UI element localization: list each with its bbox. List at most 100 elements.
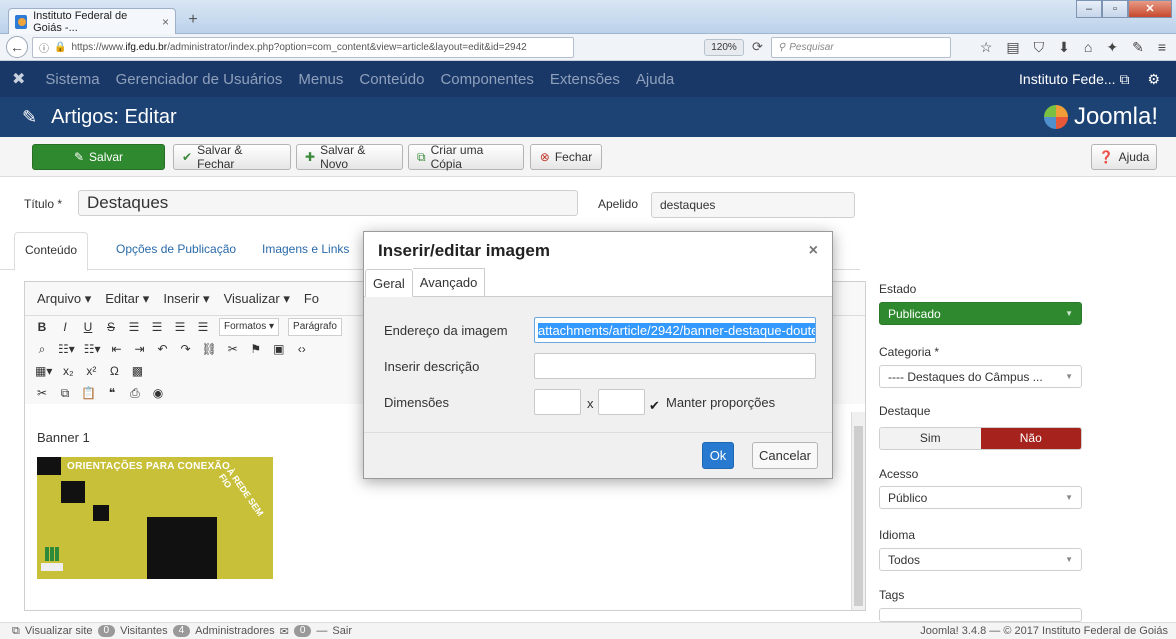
special-char-icon[interactable]: Ω — [107, 364, 121, 378]
cancel-button[interactable]: Cancelar — [752, 442, 818, 469]
access-select[interactable]: Público ▼ — [879, 486, 1082, 509]
undo-icon[interactable]: ↶ — [156, 342, 170, 356]
save-button[interactable]: ✎ Salvar — [32, 144, 165, 170]
new-tab-button[interactable]: + — [182, 12, 204, 30]
editor-menu-visualizar[interactable]: Visualizar ▾ — [224, 291, 290, 307]
dialog-close-icon[interactable]: × — [809, 242, 818, 260]
reload-icon[interactable]: ⟳ — [752, 39, 763, 55]
superscript-icon[interactable]: x² — [84, 364, 98, 378]
bullet-list-icon[interactable]: ☷▾ — [58, 342, 75, 356]
constrain-checkbox[interactable]: ✔ — [649, 399, 662, 412]
reading-list-icon[interactable]: ▤ — [1006, 39, 1019, 56]
menu-item-extensoes[interactable]: Extensões — [550, 71, 620, 88]
find-icon[interactable]: ⌕ — [35, 342, 49, 357]
browser-tab[interactable]: Instituto Federal de Goiás -... × — [8, 8, 176, 34]
tab-close-icon[interactable]: × — [162, 15, 169, 29]
tags-input[interactable] — [879, 608, 1082, 622]
cut-icon[interactable]: ✂ — [35, 386, 49, 400]
formats-dropdown[interactable]: Formatos ▾ — [219, 318, 280, 336]
subscript-icon[interactable]: x₂ — [61, 364, 75, 378]
download-icon[interactable]: ⬇ — [1058, 39, 1070, 56]
image-source-input[interactable]: attachments/article/2942/banner-destaque… — [534, 317, 816, 343]
blockquote-icon[interactable]: ❝ — [105, 386, 119, 400]
save-copy-button[interactable]: ⧉ Criar uma Cópia — [408, 143, 524, 171]
close-button[interactable]: ⊗ Fechar — [530, 144, 602, 170]
info-icon[interactable]: ⓘ — [39, 40, 49, 55]
editor-menu-inserir[interactable]: Inserir ▾ — [163, 291, 209, 307]
tab-conteudo[interactable]: Conteúdo — [14, 232, 89, 271]
save-new-button[interactable]: ✚ Salvar & Novo — [296, 143, 403, 171]
banner-image[interactable]: ORIENTAÇÕES PARA CONEXÃO À REDE SEM FIO — [37, 457, 273, 579]
media-icon[interactable]: ▩ — [130, 364, 144, 378]
category-select[interactable]: ---- Destaques do Câmpus ... ▼ — [879, 365, 1082, 388]
editor-menu-formatar[interactable]: Fo — [304, 291, 319, 306]
image-icon[interactable]: ▣ — [272, 342, 286, 356]
home-icon[interactable]: ⌂ — [1084, 39, 1092, 56]
dev-tools-icon[interactable]: ✎ — [1132, 39, 1144, 56]
align-left-icon[interactable]: ☰ — [127, 320, 141, 334]
numbered-list-icon[interactable]: ☷▾ — [84, 342, 101, 356]
alias-input[interactable]: destaques — [651, 192, 855, 218]
align-justify-icon[interactable]: ☰ — [196, 320, 210, 334]
menu-item-ajuda[interactable]: Ajuda — [636, 71, 674, 88]
tab-imagens-links[interactable]: Imagens e Links — [262, 242, 349, 256]
menu-item-componentes[interactable]: Componentes — [440, 71, 533, 88]
logout-link[interactable]: Sair — [332, 625, 352, 637]
preview-icon[interactable]: ◉ — [151, 386, 165, 400]
indent-icon[interactable]: ⇥ — [133, 342, 147, 356]
hamburger-menu-icon[interactable]: ≡ — [1158, 39, 1166, 56]
status-select[interactable]: Publicado ▼ — [879, 302, 1082, 325]
minimize-button[interactable]: – — [1076, 0, 1102, 18]
extension-icon[interactable]: ✦ — [1106, 39, 1118, 56]
ok-button[interactable]: Ok — [702, 442, 734, 469]
menu-item-conteudo[interactable]: Conteúdo — [359, 71, 424, 88]
tab-opcoes-publicacao[interactable]: Opções de Publicação — [116, 242, 236, 256]
tab-geral[interactable]: Geral — [365, 269, 413, 297]
menu-item-usuarios[interactable]: Gerenciador de Usuários — [116, 71, 283, 88]
table-icon[interactable]: ▦▾ — [35, 364, 52, 378]
menu-item-sistema[interactable]: Sistema — [45, 71, 99, 88]
redo-icon[interactable]: ↷ — [179, 342, 193, 356]
tab-avancado[interactable]: Avançado — [412, 268, 486, 296]
paste-icon[interactable]: 📋 — [81, 386, 96, 400]
code-icon[interactable]: ‹› — [295, 342, 309, 356]
unlink-icon[interactable]: ✂ — [226, 342, 240, 356]
underline-icon[interactable]: U — [81, 320, 95, 334]
site-link[interactable]: Instituto Fede... ⧉ — [1019, 71, 1129, 88]
align-right-icon[interactable]: ☰ — [173, 320, 187, 334]
height-input[interactable] — [598, 389, 645, 415]
user-gear-icon[interactable]: ⚙ — [1147, 71, 1160, 88]
italic-icon[interactable]: I — [58, 320, 72, 334]
title-input[interactable]: Destaques — [78, 190, 578, 216]
copy-icon[interactable]: ⧉ — [58, 386, 72, 401]
featured-yes-button[interactable]: Sim — [880, 428, 981, 449]
view-site-link[interactable]: Visualizar site — [25, 625, 93, 637]
menu-item-menus[interactable]: Menus — [298, 71, 343, 88]
zoom-indicator[interactable]: 120% — [704, 38, 744, 56]
featured-no-button[interactable]: Não — [980, 428, 1081, 449]
anchor-icon[interactable]: ⚑ — [249, 342, 263, 356]
pocket-icon[interactable]: ⛉ — [1034, 39, 1045, 56]
width-input[interactable] — [534, 389, 581, 415]
link-icon[interactable]: ⛓ — [202, 342, 217, 356]
scrollbar-thumb[interactable] — [854, 426, 863, 606]
paragraph-dropdown[interactable]: Parágrafo — [288, 318, 342, 336]
language-select[interactable]: Todos ▼ — [879, 548, 1082, 571]
editor-scrollbar[interactable] — [851, 412, 865, 610]
align-center-icon[interactable]: ☰ — [150, 320, 164, 334]
bookmark-star-icon[interactable]: ☆ — [980, 39, 993, 56]
editor-menu-editar[interactable]: Editar ▾ — [105, 291, 149, 307]
envelope-icon[interactable]: ✉ — [280, 625, 289, 638]
editor-menu-arquivo[interactable]: Arquivo ▾ — [37, 291, 91, 307]
search-input[interactable]: ⚲ Pesquisar — [770, 36, 951, 58]
window-close-button[interactable]: ✕ — [1128, 0, 1172, 18]
image-description-input[interactable] — [534, 353, 816, 379]
outdent-icon[interactable]: ⇤ — [110, 342, 124, 356]
bold-icon[interactable]: B — [35, 320, 49, 334]
save-close-button[interactable]: ✔ Salvar & Fechar — [173, 143, 291, 171]
strikethrough-icon[interactable]: S — [104, 320, 118, 334]
address-bar[interactable]: ⓘ 🔒 https://www.ifg.edu.br/administrator… — [32, 36, 574, 58]
back-button[interactable]: ← — [6, 36, 28, 58]
joomla-menu-logo-icon[interactable]: ✖ — [12, 69, 25, 89]
maximize-button[interactable]: ▫ — [1102, 0, 1128, 18]
